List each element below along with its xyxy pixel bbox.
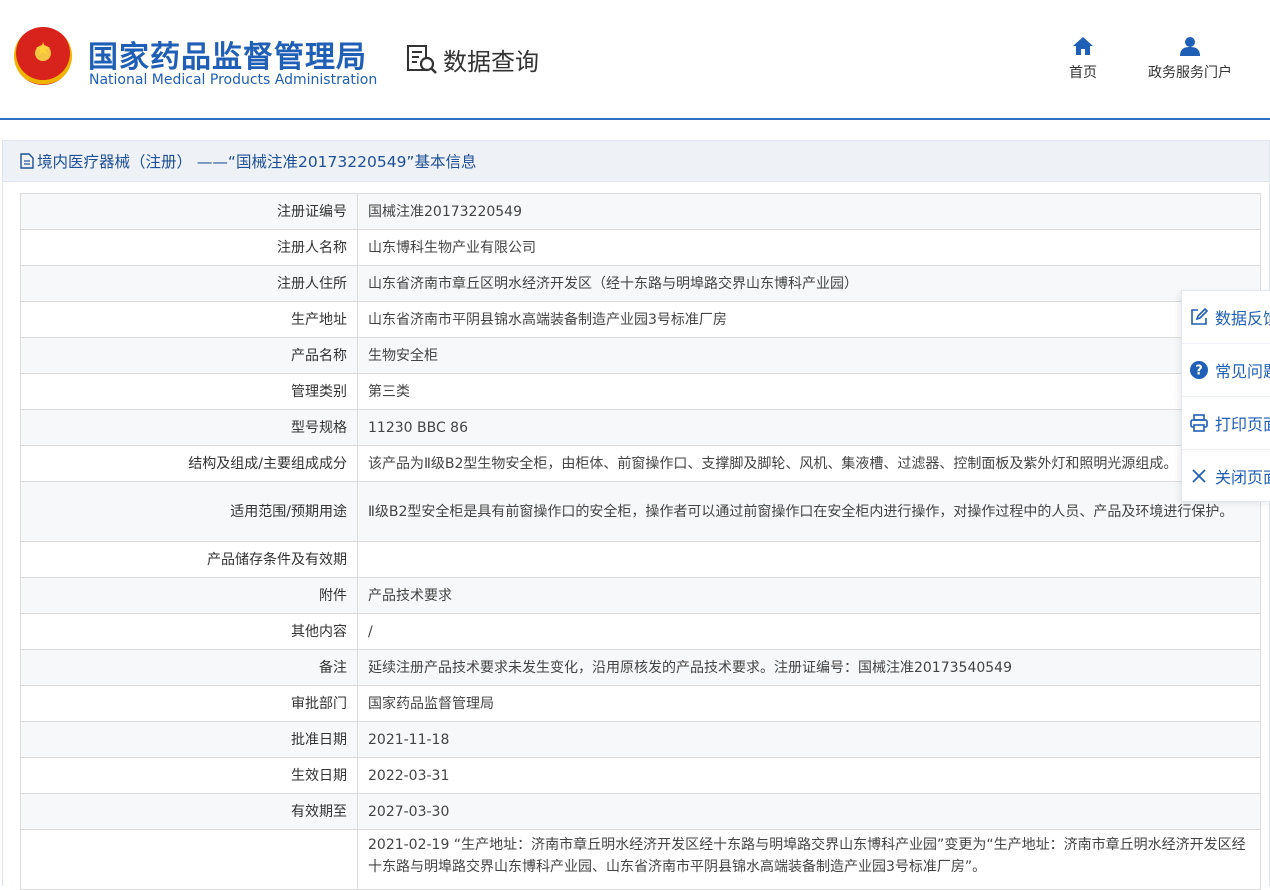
table-row: 注册人住所 山东省济南市章丘区明水经济开发区（经十东路与明埠路交界山东博科产业园… — [20, 265, 1261, 302]
panel-title: 境内医疗器械（注册） ——“国械注准20173220549”基本信息 — [37, 153, 477, 171]
table-row: 备注 延续注册产品技术要求未发生变化，沿用原核发的产品技术要求。注册证编号：国械… — [20, 649, 1261, 686]
close-page-label: 关闭页面 — [1215, 468, 1270, 487]
emblem-star-icon: ★ — [35, 39, 52, 60]
table-row: 2021-02-19 “生产地址：济南市章丘明水经济开发区经十东路与明埠路交界山… — [20, 829, 1261, 890]
field-label: 管理类别 — [20, 373, 358, 410]
field-label: 审批部门 — [20, 685, 358, 722]
field-value: 2021-02-19 “生产地址：济南市章丘明水经济开发区经十东路与明埠路交界山… — [357, 829, 1261, 890]
field-label: 适用范围/预期用途 — [20, 481, 358, 542]
field-label: 批准日期 — [20, 721, 358, 758]
table-row: 产品名称 生物安全柜 — [20, 337, 1261, 374]
table-row: 产品储存条件及有效期 — [20, 541, 1261, 578]
field-label: 型号规格 — [20, 409, 358, 446]
nav-home-label: 首页 — [1069, 65, 1097, 81]
document-icon — [20, 153, 34, 169]
printer-icon — [1189, 413, 1209, 433]
table-row: 审批部门 国家药品监督管理局 — [20, 685, 1261, 722]
field-label: 产品名称 — [20, 337, 358, 374]
field-label: 生效日期 — [20, 757, 358, 794]
table-row: 有效期至 2027-03-30 — [20, 793, 1261, 830]
field-value: 2027-03-30 — [357, 793, 1261, 830]
field-label: 附件 — [20, 577, 358, 614]
nav-home[interactable]: 首页 — [1033, 36, 1133, 82]
field-label: 产品储存条件及有效期 — [20, 541, 358, 578]
faq-label: 常见问题 — [1215, 362, 1270, 381]
field-label: 生产地址 — [20, 301, 358, 338]
close-icon — [1189, 466, 1209, 486]
field-value: 2021-11-18 — [357, 721, 1261, 758]
info-table: 注册证编号 国械注准20173220549 注册人名称 山东博科生物产业有限公司… — [20, 193, 1261, 890]
org-name-en: National Medical Products Administration — [89, 72, 378, 88]
table-row: 生效日期 2022-03-31 — [20, 757, 1261, 794]
table-row: 管理类别 第三类 — [20, 373, 1261, 410]
field-value: 该产品为Ⅱ级B2型生物安全柜，由柜体、前窗操作口、支撑脚及脚轮、风机、集液槽、过… — [357, 445, 1261, 482]
field-value: 11230 BBC 86 — [357, 409, 1261, 446]
field-value: 国械注准20173220549 — [357, 193, 1261, 230]
data-query-label: 数据查询 — [443, 47, 539, 76]
field-value — [357, 541, 1261, 578]
national-emblem-logo: ★ — [14, 27, 72, 85]
field-value: 2022-03-31 — [357, 757, 1261, 794]
feedback-label: 数据反馈 — [1215, 309, 1270, 328]
print-button[interactable]: 打印页面 — [1182, 397, 1270, 450]
user-icon — [1180, 37, 1200, 56]
table-row: 批准日期 2021-11-18 — [20, 721, 1261, 758]
faq-button[interactable]: ? 常见问题 — [1182, 344, 1270, 397]
side-toolbar: 数据反馈 ? 常见问题 打印页面 关闭页面 — [1181, 290, 1270, 502]
question-icon: ? — [1189, 360, 1209, 380]
field-value: 延续注册产品技术要求未发生变化，沿用原核发的产品技术要求。注册证编号：国械注准2… — [357, 649, 1261, 686]
svg-text:?: ? — [1195, 364, 1203, 379]
table-row: 适用范围/预期用途 Ⅱ级B2型安全柜是具有前窗操作口的安全柜，操作者可以通过前窗… — [20, 481, 1261, 542]
nav-service-portal[interactable]: 政务服务门户 — [1140, 36, 1240, 82]
field-label: 结构及组成/主要组成成分 — [20, 445, 358, 482]
nav-service-portal-label: 政务服务门户 — [1148, 65, 1232, 81]
field-value: 第三类 — [357, 373, 1261, 410]
close-page-button[interactable]: 关闭页面 — [1182, 450, 1270, 502]
table-row: 注册人名称 山东博科生物产业有限公司 — [20, 229, 1261, 266]
field-label: 注册人住所 — [20, 265, 358, 302]
field-value: / — [357, 613, 1261, 650]
detail-panel: 境内医疗器械（注册） ——“国械注准20173220549”基本信息 注册证编号… — [2, 140, 1270, 890]
field-value: 山东博科生物产业有限公司 — [357, 229, 1261, 266]
field-value: 国家药品监督管理局 — [357, 685, 1261, 722]
field-label: 备注 — [20, 649, 358, 686]
data-query-link[interactable]: 数据查询 — [405, 42, 539, 76]
site-header: ★ 国家药品监督管理局 National Medical Products Ad… — [0, 0, 1270, 120]
field-value: 山东省济南市章丘区明水经济开发区（经十东路与明埠路交界山东博科产业园） — [357, 265, 1261, 302]
home-icon — [1073, 37, 1093, 55]
print-label: 打印页面 — [1215, 415, 1270, 434]
table-row: 其他内容 / — [20, 613, 1261, 650]
table-row: 生产地址 山东省济南市平阴县锦水高端装备制造产业园3号标准厂房 — [20, 301, 1261, 338]
field-value: 生物安全柜 — [357, 337, 1261, 374]
org-name-cn: 国家药品监督管理局 — [88, 40, 367, 75]
field-value: 山东省济南市平阴县锦水高端装备制造产业园3号标准厂房 — [357, 301, 1261, 338]
table-row: 结构及组成/主要组成成分 该产品为Ⅱ级B2型生物安全柜，由柜体、前窗操作口、支撑… — [20, 445, 1261, 482]
table-row: 附件 产品技术要求 — [20, 577, 1261, 614]
document-search-icon — [407, 45, 437, 74]
field-label: 注册证编号 — [20, 193, 358, 230]
panel-header: 境内医疗器械（注册） ——“国械注准20173220549”基本信息 — [3, 141, 1269, 182]
edit-icon — [1189, 307, 1209, 327]
field-label: 注册人名称 — [20, 229, 358, 266]
field-label — [20, 829, 358, 890]
field-label: 其他内容 — [20, 613, 358, 650]
table-row: 注册证编号 国械注准20173220549 — [20, 193, 1261, 230]
field-label: 有效期至 — [20, 793, 358, 830]
field-value: Ⅱ级B2型安全柜是具有前窗操作口的安全柜，操作者可以通过前窗操作口在安全柜内进行… — [357, 481, 1261, 542]
field-value: 产品技术要求 — [357, 577, 1261, 614]
table-row: 型号规格 11230 BBC 86 — [20, 409, 1261, 446]
feedback-button[interactable]: 数据反馈 — [1182, 291, 1270, 344]
